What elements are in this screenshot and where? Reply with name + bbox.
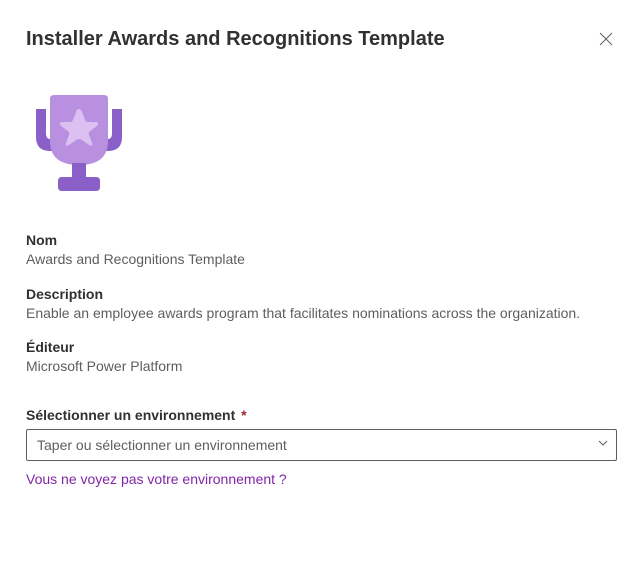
environment-combobox[interactable] — [26, 429, 617, 461]
environment-label: Sélectionner un environnement * — [26, 407, 617, 423]
required-indicator: * — [241, 407, 246, 423]
environment-section: Sélectionner un environnement * Vous ne … — [26, 407, 617, 489]
name-label: Nom — [26, 232, 617, 248]
publisher-label: Éditeur — [26, 339, 617, 355]
publisher-field: Éditeur Microsoft Power Platform — [26, 339, 617, 377]
environment-help-link[interactable]: Vous ne voyez pas votre environnement ? — [26, 471, 287, 487]
trophy-star-icon — [14, 69, 144, 199]
close-button[interactable] — [595, 28, 617, 50]
close-icon — [599, 32, 613, 46]
description-label: Description — [26, 286, 617, 302]
environment-label-text: Sélectionner un environnement — [26, 407, 235, 423]
description-field: Description Enable an employee awards pr… — [26, 286, 617, 324]
name-value: Awards and Recognitions Template — [26, 250, 617, 270]
description-value: Enable an employee awards program that f… — [26, 304, 617, 324]
dialog-title: Installer Awards and Recognitions Templa… — [26, 28, 445, 51]
environment-input[interactable] — [26, 429, 617, 461]
name-field: Nom Awards and Recognitions Template — [26, 232, 617, 270]
publisher-value: Microsoft Power Platform — [26, 357, 617, 377]
template-icon-block — [14, 69, 617, 204]
dialog-header: Installer Awards and Recognitions Templa… — [26, 28, 617, 51]
